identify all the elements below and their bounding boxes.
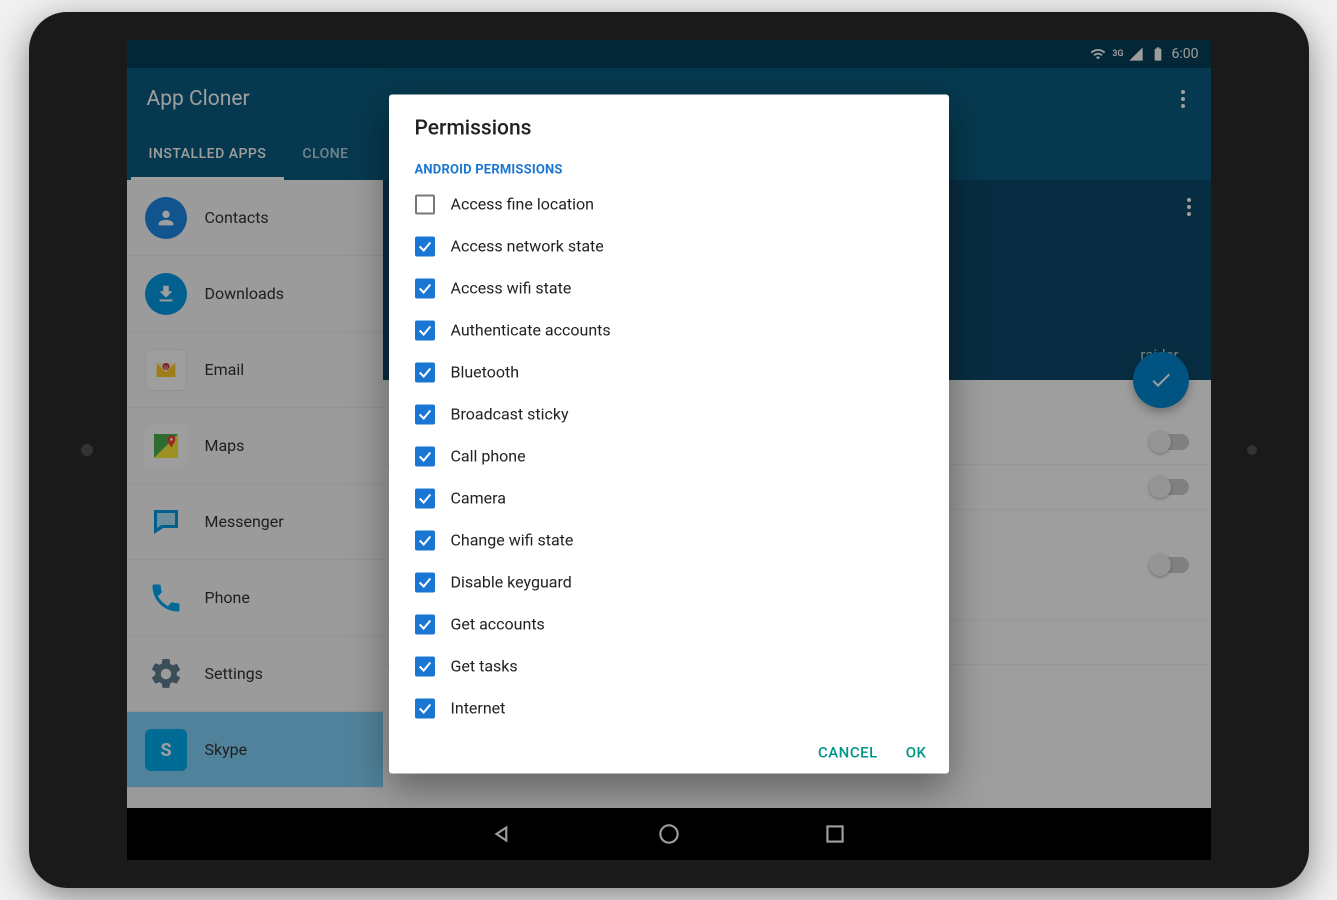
permission-row[interactable]: Access fine location — [415, 183, 923, 225]
permission-label: Disable keyguard — [451, 573, 572, 592]
permission-checkbox[interactable] — [415, 362, 435, 382]
permission-checkbox[interactable] — [415, 236, 435, 256]
permission-row[interactable]: Camera — [415, 477, 923, 519]
cancel-button[interactable]: CANCEL — [818, 743, 878, 761]
permission-label: Change wifi state — [451, 531, 574, 550]
permission-row[interactable]: Access network state — [415, 225, 923, 267]
permission-row[interactable]: Change wifi state — [415, 519, 923, 561]
permissions-dialog: Permissions ANDROID PERMISSIONS Access f… — [389, 94, 949, 773]
permission-row[interactable]: Broadcast sticky — [415, 393, 923, 435]
permission-checkbox[interactable] — [415, 320, 435, 340]
permission-row[interactable]: Disable keyguard — [415, 561, 923, 603]
permission-row[interactable]: Get tasks — [415, 645, 923, 687]
permission-checkbox[interactable] — [415, 614, 435, 634]
permission-label: Broadcast sticky — [451, 405, 569, 424]
permission-row[interactable]: Bluetooth — [415, 351, 923, 393]
permission-checkbox[interactable] — [415, 530, 435, 550]
permission-checkbox[interactable] — [415, 446, 435, 466]
permissions-list[interactable]: Access fine location Access network state… — [389, 183, 949, 729]
permission-checkbox[interactable] — [415, 698, 435, 718]
permission-row[interactable]: Authenticate accounts — [415, 309, 923, 351]
permission-label: Call phone — [451, 447, 526, 466]
permission-label: Access network state — [451, 237, 604, 256]
permission-checkbox[interactable] — [415, 278, 435, 298]
permission-label: Internet — [451, 699, 506, 718]
permission-checkbox[interactable] — [415, 656, 435, 676]
permission-checkbox[interactable] — [415, 404, 435, 424]
dialog-title: Permissions — [389, 94, 949, 148]
permission-label: Authenticate accounts — [451, 321, 611, 340]
permission-label: Bluetooth — [451, 363, 520, 382]
permission-row[interactable]: Call phone — [415, 435, 923, 477]
permission-checkbox[interactable] — [415, 572, 435, 592]
permission-checkbox[interactable] — [415, 194, 435, 214]
permission-checkbox[interactable] — [415, 488, 435, 508]
permission-label: Camera — [451, 489, 506, 508]
ok-button[interactable]: OK — [906, 743, 927, 761]
tablet-frame: 3G 6:00 App Cloner INSTALLED APPS CLONE … — [29, 12, 1309, 888]
permission-row[interactable]: Internet — [415, 687, 923, 729]
permission-row[interactable]: Get accounts — [415, 603, 923, 645]
dialog-actions: CANCEL OK — [389, 729, 949, 773]
dialog-subheader: ANDROID PERMISSIONS — [389, 148, 949, 183]
permission-label: Get accounts — [451, 615, 545, 634]
device-screen: 3G 6:00 App Cloner INSTALLED APPS CLONE … — [127, 40, 1211, 860]
permission-label: Access wifi state — [451, 279, 572, 298]
permission-row[interactable]: Access wifi state — [415, 267, 923, 309]
permission-label: Access fine location — [451, 195, 595, 214]
permission-label: Get tasks — [451, 657, 518, 676]
